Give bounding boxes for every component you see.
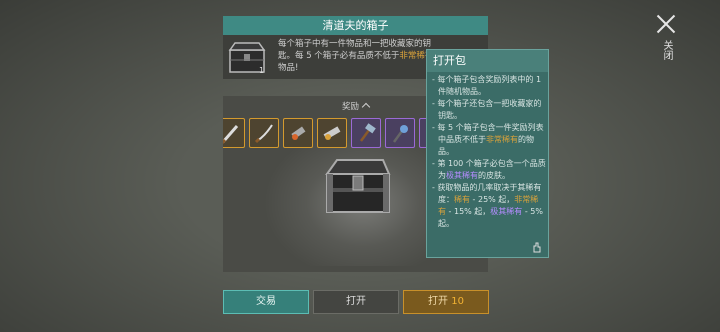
sword-icon <box>254 124 273 144</box>
tooltip-item: - 获取物品的几率取决于其稀有度：稀有 - 25% 起，非常稀有 - 15% 起… <box>432 183 543 228</box>
trade-button[interactable]: 交易 <box>223 290 309 314</box>
machete-icon <box>223 125 239 144</box>
hand-pointer-icon <box>533 242 541 253</box>
rewards-label[interactable]: 奖励 <box>342 102 359 112</box>
reward-slot-flamethrower[interactable] <box>283 118 313 148</box>
open-button[interactable]: 打开 <box>313 290 399 314</box>
spiked-mace-icon <box>392 125 408 143</box>
tooltip-item: - 每个箱子包含奖励列表中的 1 件随机物品。 <box>432 75 542 96</box>
desc-line-1: 每个箱子中有一件物品和一把收藏家的钥 <box>278 39 432 49</box>
chest-icon <box>325 159 391 213</box>
open-10-button[interactable]: 打开 10 <box>403 290 489 314</box>
tooltip-list: - 每个箱子包含奖励列表中的 1 件随机物品。 - 每个箱子还包含一把收藏家的钥… <box>432 74 546 230</box>
open-10-label: 打开 <box>428 296 449 307</box>
reward-slot-mace[interactable] <box>385 118 415 148</box>
reward-slot-sword[interactable] <box>249 118 279 148</box>
desc-line-3: 物品! <box>278 63 299 73</box>
desc-line-2: 匙。每 5 个箱子必有品质不低于 <box>278 51 400 61</box>
tooltip-title: 打开包 <box>427 50 548 72</box>
hammer-icon <box>359 123 376 142</box>
open-10-count: 10 <box>451 296 464 307</box>
flamethrower-icon <box>291 126 306 140</box>
tooltip-item: - 每 5 个箱子包含一件奖励列表中品质不低于非常稀有的物品。 <box>432 123 544 156</box>
reward-slot-cannon[interactable] <box>317 118 347 148</box>
reward-slot-machete[interactable] <box>223 118 245 148</box>
reward-slot-hammer[interactable] <box>351 118 381 148</box>
chevron-up-icon[interactable] <box>361 102 371 112</box>
chest-title: 清道夫的箱子 <box>223 16 488 35</box>
close-label[interactable]: 关闭 <box>658 40 672 60</box>
cannon-icon <box>323 126 341 140</box>
open-pack-tooltip: 打开包 - 每个箱子包含奖励列表中的 1 件随机物品。 - 每个箱子还包含一把收… <box>426 49 549 258</box>
tooltip-item: - 第 100 个箱子必包含一个品质为极其稀有的皮肤。 <box>432 159 546 180</box>
tooltip-item: - 每个箱子还包含一把收藏家的钥匙。 <box>432 99 542 120</box>
close-icon[interactable] <box>654 12 678 36</box>
key-count: 1 <box>259 66 265 75</box>
